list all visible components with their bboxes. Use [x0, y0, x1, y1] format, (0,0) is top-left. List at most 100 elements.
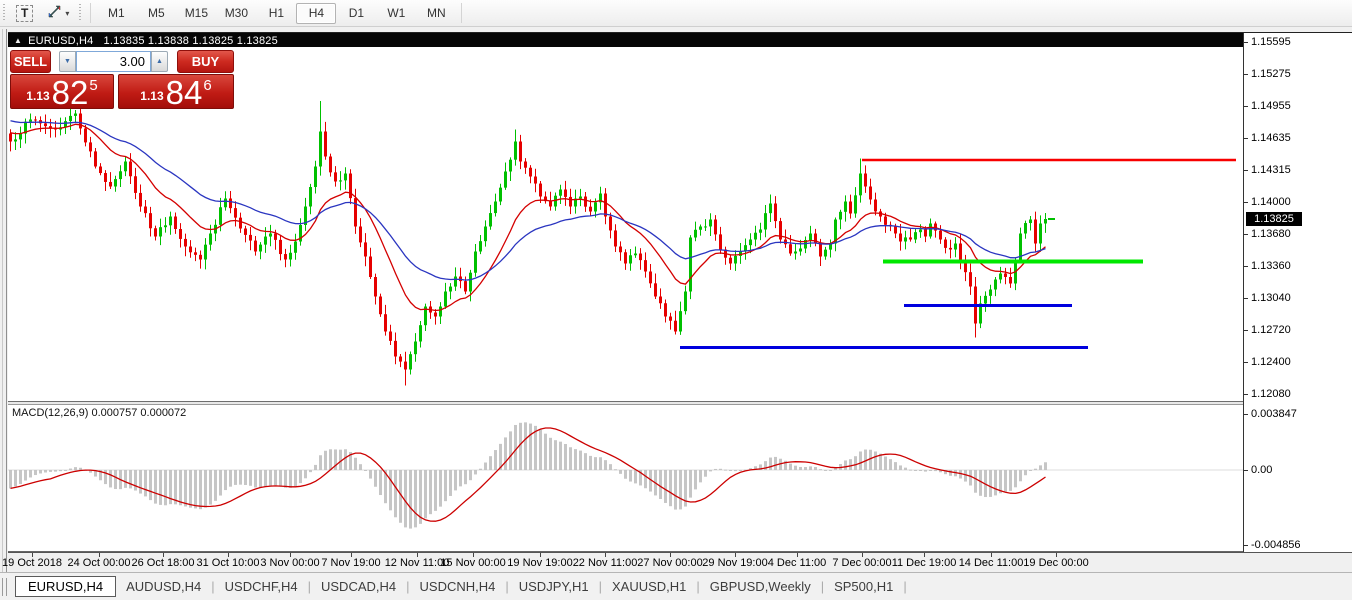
- tab-xauusd-h1[interactable]: XAUUSD,H1: [602, 576, 696, 597]
- price-axis-label: 1.13040: [1251, 291, 1291, 304]
- ma-slow-line: [10, 120, 1046, 281]
- price-axis-label: 1.14000: [1251, 195, 1291, 208]
- tab-usdchf-h4[interactable]: USDCHF,H4: [215, 576, 308, 597]
- chart-titlebar[interactable]: ▲ EURUSD,H4 1.13835 1.13838 1.13825 1.13…: [8, 33, 1243, 48]
- stepper-up-icon: ▲: [156, 58, 163, 65]
- current-price-badge: 1.13825: [1246, 212, 1302, 226]
- tab-gbpusd-weekly[interactable]: GBPUSD,Weekly: [700, 576, 821, 597]
- buy-price-prefix: 1.13: [140, 89, 164, 103]
- price-axis-label: 1.15275: [1251, 68, 1291, 80]
- time-axis: 19 Oct 2018 24 Oct 00:00 26 Oct 18:00 31 Oc…: [2, 553, 1352, 572]
- text-tool-icon: T: [16, 4, 34, 22]
- timeframe-button-mn[interactable]: MN: [416, 3, 456, 24]
- timeframe-button-w1[interactable]: W1: [376, 3, 416, 24]
- sell-price-panel[interactable]: 1.13 82 5: [10, 74, 114, 109]
- time-axis-label: 19 Oct 2018: [2, 557, 62, 569]
- tab-sp500-h1[interactable]: SP500,H1: [824, 576, 903, 597]
- sell-price-sup: 5: [89, 77, 98, 94]
- time-axis-label: 22 Nov 11:00: [572, 557, 638, 569]
- arrows-tool-icon: [47, 4, 62, 22]
- toolbar-separator2: [461, 3, 463, 23]
- macd-axis-label: -0.004856: [1251, 539, 1301, 551]
- timeframe-button-m5[interactable]: M5: [136, 3, 176, 24]
- volume-input[interactable]: [76, 51, 151, 72]
- macd-axis-label: 0.003847: [1251, 408, 1297, 420]
- price-axis-label: 1.12720: [1251, 323, 1291, 336]
- price-axis-tick: [1244, 74, 1248, 75]
- volume-stepper-down[interactable]: ▼: [59, 51, 76, 72]
- tab-audusd-h4[interactable]: AUDUSD,H4: [116, 576, 211, 597]
- price-axis-tick: [1244, 233, 1248, 235]
- time-axis-label: 7 Nov 19:00: [321, 557, 381, 569]
- dropdown-caret-icon[interactable]: ▾: [65, 9, 69, 18]
- trade-panel: SELL ▼ ▲ BUY 1.13 82 5 1.13 84 6: [10, 50, 234, 110]
- price-axis-tick: [1244, 329, 1248, 331]
- price-axis-tick: [1244, 42, 1248, 43]
- macd-axis-tick: [1244, 470, 1248, 471]
- time-axis-label: 4 Dec 11:00: [767, 557, 827, 569]
- price-axis-label: 1.12080: [1251, 387, 1291, 400]
- price-axis-tick: [1244, 393, 1248, 395]
- buy-button[interactable]: BUY: [177, 50, 234, 73]
- tabs-grip[interactable]: [2, 577, 9, 596]
- time-axis-label: 26 Oct 18:00: [131, 557, 195, 569]
- tab-separator: |: [903, 579, 907, 594]
- timeframe-button-m15[interactable]: M15: [176, 3, 216, 24]
- time-axis-label: 19 Nov 19:00: [507, 557, 573, 569]
- macd-axis-tick: [1244, 545, 1248, 546]
- time-axis-label: 31 Oct 10:00: [196, 557, 260, 569]
- price-axis-label: 1.14955: [1251, 100, 1291, 112]
- frame-line: [6, 29, 7, 573]
- price-axis-tick: [1244, 201, 1248, 203]
- macd-chart-svg[interactable]: [8, 405, 1243, 552]
- chart-title-symbol: EURUSD,H4: [28, 34, 94, 47]
- price-axis-label: 1.15595: [1251, 36, 1291, 48]
- chart-collapse-icon[interactable]: ▲: [14, 36, 22, 45]
- volume-stepper-up[interactable]: ▲: [151, 51, 168, 72]
- price-axis-tick: [1244, 138, 1248, 139]
- timeframe-toolbar: M1 M5 M15 M30 H1 H4 D1 W1 MN: [96, 2, 456, 24]
- timeframe-button-h4[interactable]: H4: [296, 2, 337, 24]
- stepper-down-icon: ▼: [64, 58, 71, 65]
- price-axis-tick: [1244, 106, 1248, 107]
- price-axis-tick: [1244, 170, 1248, 171]
- toolbar: T ▾ M1 M5 M15 M30 H1 H4 D1 W1 MN: [0, 0, 1352, 27]
- timeframe-button-h1[interactable]: H1: [256, 3, 296, 24]
- time-axis-label: 29 Nov 19:00: [702, 557, 768, 569]
- price-axis-tick: [1244, 297, 1248, 299]
- tab-usdjpy-h1[interactable]: USDJPY,H1: [509, 576, 599, 597]
- time-axis-label: 11 Dec 19:00: [891, 557, 957, 569]
- toolbar-grip[interactable]: [3, 4, 5, 22]
- timeframe-button-d1[interactable]: D1: [336, 3, 376, 24]
- tab-usdcad-h4[interactable]: USDCAD,H4: [311, 576, 406, 597]
- toolbar-separator: [90, 3, 92, 23]
- time-axis-label: 19 Dec 00:00: [1023, 557, 1089, 569]
- macd-panel[interactable]: MACD(12,26,9) 0.000757 0.000072: [8, 405, 1243, 552]
- frame-line: [2, 29, 3, 573]
- buy-price-panel[interactable]: 1.13 84 6: [118, 74, 234, 109]
- arrows-tool-button[interactable]: ▾: [41, 3, 75, 24]
- price-axis-label: 1.12400: [1251, 355, 1291, 368]
- macd-axis-label: 0.00: [1251, 464, 1273, 476]
- macd-label: MACD(12,26,9) 0.000757 0.000072: [12, 407, 187, 419]
- timeframe-button-m1[interactable]: M1: [96, 3, 136, 24]
- price-axis-label: 1.13680: [1251, 227, 1291, 240]
- buy-price-sup: 6: [203, 77, 212, 94]
- last-price-marker: [1048, 218, 1055, 220]
- application-window: T ▾ M1 M5 M15 M30 H1 H4 D1 W1 MN ▲ EURUSD,H4 1.1…: [0, 0, 1352, 600]
- sell-button[interactable]: SELL: [10, 50, 51, 73]
- price-axis-label: 1.14315: [1251, 164, 1291, 176]
- tab-usdcnh-h4[interactable]: USDCNH,H4: [410, 576, 506, 597]
- price-axis-label: 1.14635: [1251, 132, 1291, 144]
- toolbar-grip2[interactable]: [79, 4, 82, 22]
- price-axis-label: 1.13360: [1251, 259, 1291, 272]
- time-axis-label: 15 Nov 00:00: [440, 557, 506, 569]
- time-axis-label: 27 Nov 00:00: [637, 557, 703, 569]
- macd-axis-tick: [1244, 414, 1248, 415]
- time-axis-label: 3 Nov 00:00: [260, 557, 320, 569]
- chart-title-ohlc: 1.13835 1.13838 1.13825 1.13825: [103, 34, 278, 47]
- timeframe-button-m30[interactable]: M30: [216, 3, 256, 24]
- time-axis-label: 7 Dec 00:00: [832, 557, 892, 569]
- text-tool-button[interactable]: T: [10, 3, 39, 24]
- tab-eurusd-h4[interactable]: EURUSD,H4: [15, 576, 117, 597]
